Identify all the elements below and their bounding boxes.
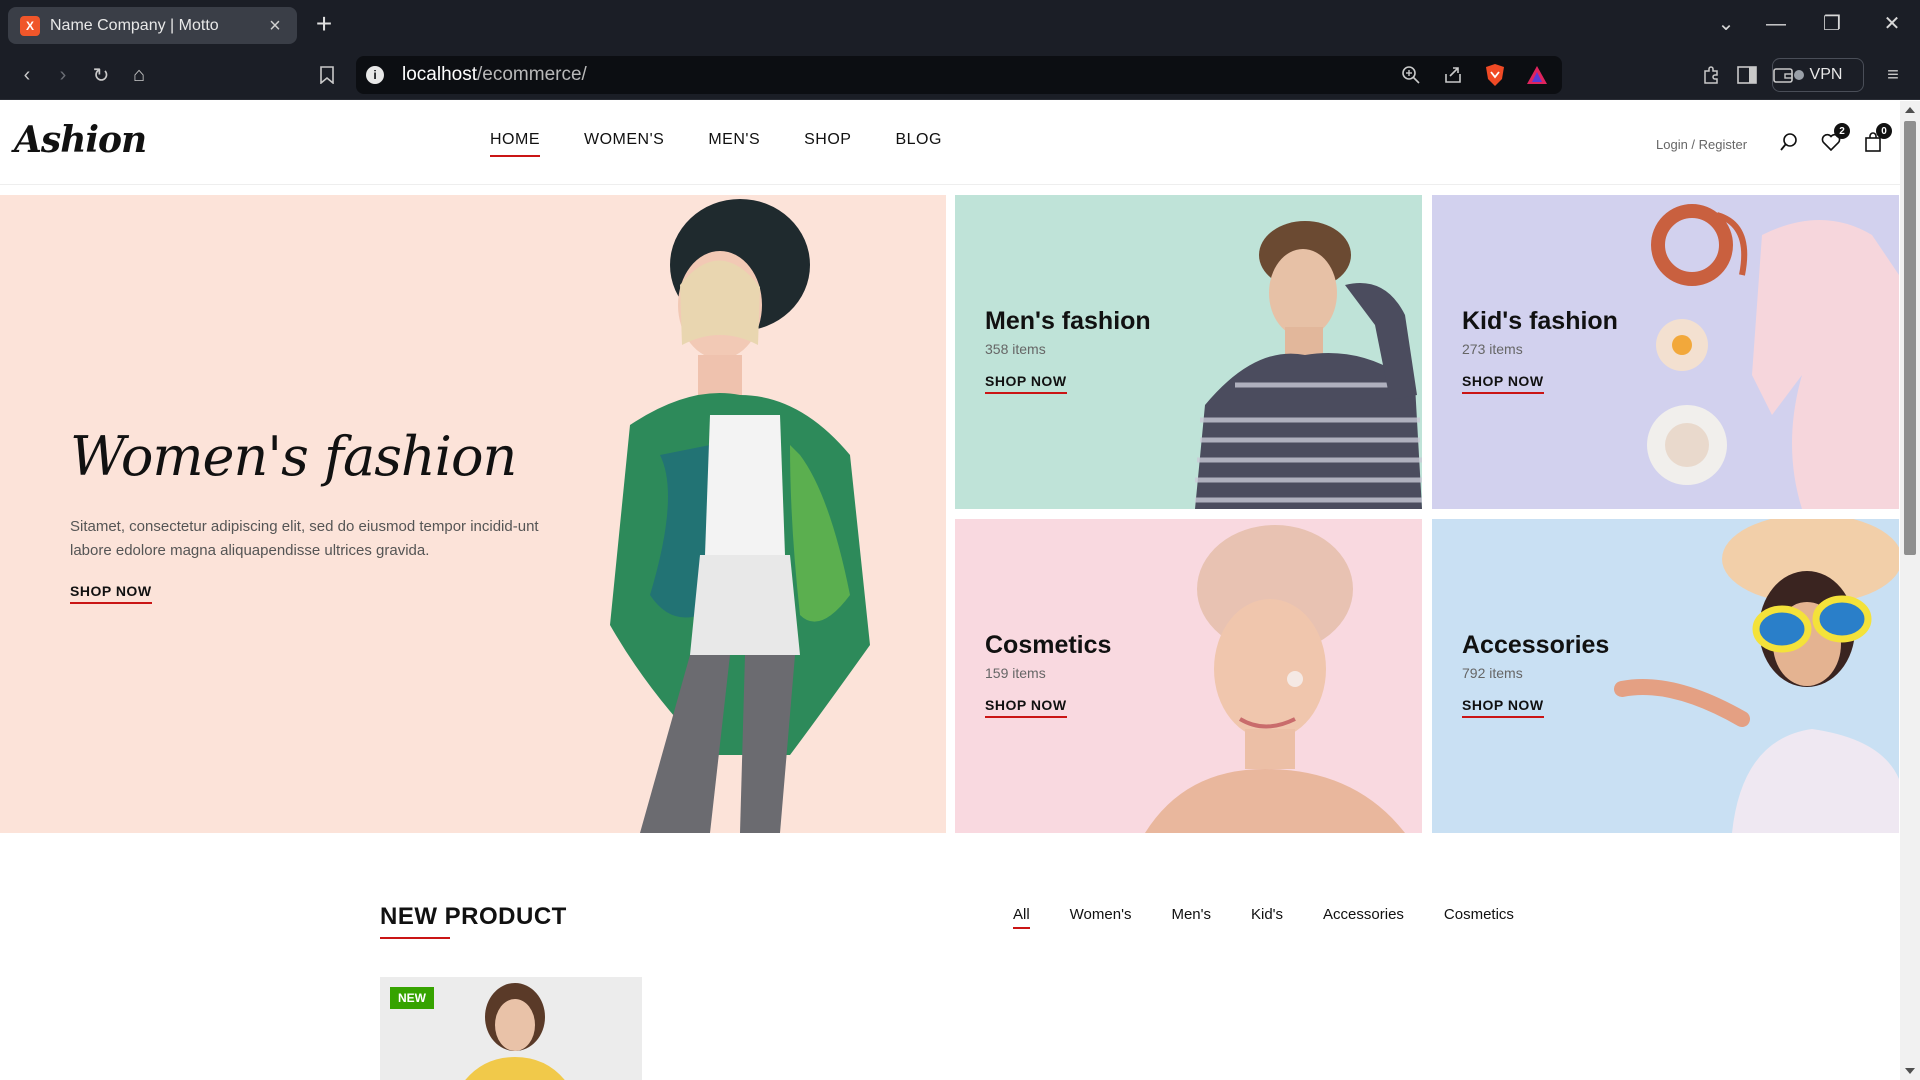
- url-text[interactable]: localhost/ecommerce/: [402, 64, 587, 86]
- filter-kids[interactable]: Kid's: [1251, 906, 1283, 929]
- scroll-down-arrow-icon[interactable]: [1905, 1068, 1915, 1074]
- vpn-button[interactable]: VPN: [1772, 58, 1864, 92]
- site-header: Ashion HOME WOMEN'S MEN'S SHOP BLOG Logi…: [0, 101, 1900, 185]
- tab-close-icon[interactable]: ×: [265, 16, 285, 36]
- sidebar-icon[interactable]: [1734, 62, 1760, 88]
- product-filter-tabs: All Women's Men's Kid's Accessories Cosm…: [1013, 906, 1514, 929]
- kids-fashion-banner: Kid's fashion 273 items SHOP NOW: [1432, 195, 1899, 509]
- bookmark-icon[interactable]: [314, 62, 340, 88]
- browser-toolbar: ‹ › ↻ ⌂ i localhost/ecommerce/ VPN ≡: [0, 50, 1920, 100]
- scroll-up-arrow-icon[interactable]: [1905, 107, 1915, 113]
- filter-mens[interactable]: Men's: [1171, 906, 1211, 929]
- zoom-icon[interactable]: [1398, 62, 1424, 88]
- kids-category-title: Kid's fashion: [1462, 307, 1618, 335]
- close-window-icon[interactable]: ✕: [1878, 12, 1906, 36]
- wishlist-heart-icon[interactable]: 2: [1818, 123, 1850, 155]
- kids-items-image: [1647, 204, 1899, 509]
- scroll-thumb[interactable]: [1904, 121, 1916, 555]
- cosmetics-shop-now-link[interactable]: SHOP NOW: [985, 697, 1067, 718]
- page-viewport: Ashion HOME WOMEN'S MEN'S SHOP BLOG Logi…: [0, 101, 1900, 1080]
- search-icon[interactable]: [1776, 129, 1802, 155]
- tab-title: Name Company | Motto: [50, 16, 219, 34]
- cosmetics-banner: Cosmetics 159 items SHOP NOW: [955, 519, 1422, 833]
- product-card[interactable]: NEW: [380, 977, 642, 1080]
- wishlist-count-badge: 2: [1834, 123, 1850, 139]
- main-nav: HOME WOMEN'S MEN'S SHOP BLOG: [490, 131, 942, 157]
- browser-tab[interactable]: X Name Company | Motto ×: [8, 7, 297, 44]
- accessories-category-count: 792 items: [1462, 665, 1523, 681]
- url-path: /ecommerce/: [477, 64, 587, 85]
- restore-icon[interactable]: ❐: [1818, 12, 1846, 36]
- womens-fashion-banner: Women's fashion Sitamet, consectetur adi…: [0, 195, 946, 833]
- site-logo[interactable]: Ashion: [14, 119, 147, 161]
- new-product-heading: NEW PRODUCT: [380, 903, 567, 939]
- brave-shield-icon[interactable]: [1482, 62, 1508, 88]
- mens-category-title: Men's fashion: [985, 307, 1151, 335]
- product-image: [465, 983, 565, 1080]
- hero-title: Women's fashion: [70, 425, 517, 488]
- nav-shop[interactable]: SHOP: [804, 131, 851, 155]
- reload-icon[interactable]: ↻: [88, 62, 114, 88]
- model-woman-image: [610, 199, 870, 833]
- new-badge: NEW: [390, 987, 434, 1009]
- hero-description: Sitamet, consectetur adipiscing elit, se…: [70, 518, 539, 559]
- home-icon[interactable]: ⌂: [126, 62, 152, 88]
- filter-all[interactable]: All: [1013, 906, 1030, 929]
- tab-list-chevron-icon[interactable]: ⌄: [1712, 12, 1740, 36]
- filter-cosmetics[interactable]: Cosmetics: [1444, 906, 1514, 929]
- accessories-shop-now-link[interactable]: SHOP NOW: [1462, 697, 1544, 718]
- back-icon[interactable]: ‹: [14, 62, 40, 88]
- vpn-status-dot: [1793, 70, 1804, 80]
- nav-blog[interactable]: BLOG: [895, 131, 941, 155]
- minimize-icon[interactable]: —: [1762, 12, 1790, 36]
- nav-mens[interactable]: MEN'S: [708, 131, 760, 155]
- mens-shop-now-link[interactable]: SHOP NOW: [985, 373, 1067, 394]
- cosmetics-category-title: Cosmetics: [985, 631, 1112, 659]
- filter-accessories[interactable]: Accessories: [1323, 906, 1404, 929]
- page-scrollbar[interactable]: [1900, 101, 1920, 1080]
- share-icon[interactable]: [1440, 62, 1466, 88]
- accessories-category-title: Accessories: [1462, 631, 1610, 659]
- mens-category-count: 358 items: [985, 341, 1046, 357]
- extensions-icon[interactable]: [1698, 62, 1724, 88]
- mens-fashion-banner: Men's fashion 358 items SHOP NOW: [955, 195, 1422, 509]
- accessories-banner: Accessories 792 items SHOP NOW: [1432, 519, 1899, 833]
- cart-bag-icon[interactable]: 0: [1860, 123, 1892, 155]
- kids-shop-now-link[interactable]: SHOP NOW: [1462, 373, 1544, 394]
- brave-rewards-icon[interactable]: [1524, 62, 1550, 88]
- xampp-favicon-icon: X: [20, 15, 40, 36]
- new-tab-icon[interactable]: +: [311, 10, 337, 38]
- address-bar[interactable]: i localhost/ecommerce/: [356, 56, 1562, 94]
- hero-shop-now-link[interactable]: SHOP NOW: [70, 583, 152, 604]
- forward-icon[interactable]: ›: [50, 62, 76, 88]
- filter-womens[interactable]: Women's: [1070, 906, 1132, 929]
- menu-icon[interactable]: ≡: [1880, 62, 1906, 88]
- login-register-link[interactable]: Login / Register: [1656, 137, 1747, 152]
- model-accessories-image: [1614, 519, 1899, 833]
- vpn-label: VPN: [1809, 66, 1843, 83]
- model-man-image: [1195, 221, 1422, 509]
- nav-womens[interactable]: WOMEN'S: [584, 131, 664, 155]
- nav-home[interactable]: HOME: [490, 131, 540, 157]
- site-info-icon[interactable]: i: [366, 66, 384, 84]
- cart-count-badge: 0: [1876, 123, 1892, 139]
- url-host: localhost: [402, 64, 477, 85]
- browser-tab-bar: X Name Company | Motto × + ⌄ — ❐ ✕: [0, 0, 1920, 50]
- cosmetics-category-count: 159 items: [985, 665, 1046, 681]
- model-cosmetics-image: [1145, 525, 1405, 833]
- kids-category-count: 273 items: [1462, 341, 1523, 357]
